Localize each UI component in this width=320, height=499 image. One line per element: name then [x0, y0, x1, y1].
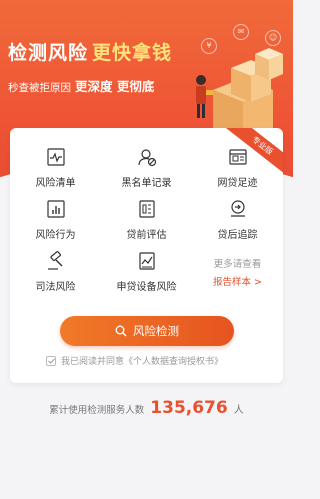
service-card: 专业版 风险清单 黑名单记录 网贷足迹 风险行为 贷前评估 贷后追踪 司法风险 …	[10, 128, 283, 383]
report-sample-link[interactable]: 报告样本 >	[192, 274, 283, 288]
more-report-sample-link[interactable]: 更多请查看 报告样本 >	[192, 256, 283, 288]
check-icon	[47, 357, 55, 364]
service-risk-list[interactable]: 风险清单	[10, 146, 101, 189]
service-pre-loan-assessment[interactable]: 贷前评估	[101, 198, 192, 241]
refresh-arrow-icon	[230, 200, 245, 217]
hero-title: 检测风险 更快拿钱	[8, 38, 172, 65]
service-label: 风险行为	[35, 230, 76, 241]
service-device-risk[interactable]: 申贷设备风险	[101, 250, 192, 293]
risk-detect-button[interactable]: 风险检测	[60, 316, 234, 346]
device-chart-icon	[138, 252, 155, 270]
service-label: 网贷足迹	[217, 178, 258, 189]
hero-subtitle: 秒查被拒原因 更深度 更彻底	[8, 76, 154, 95]
stats-unit: 人	[233, 405, 244, 416]
agreement-row: 我已阅读并同意《个人数据查询授权书》	[46, 354, 223, 367]
stats-count: 135,676	[150, 398, 228, 418]
heart-monitor-icon	[46, 148, 65, 166]
service-label: 申贷设备风险	[116, 282, 177, 293]
service-judicial-risk[interactable]: 司法风险	[10, 250, 101, 293]
decorative-bubble-icon: ¥	[201, 38, 217, 54]
document-icon	[138, 200, 155, 218]
search-icon	[115, 325, 127, 337]
more-hint: 更多请查看	[213, 259, 262, 270]
service-blacklist[interactable]: 黑名单记录	[101, 146, 192, 189]
service-post-loan-tracking[interactable]: 贷后追踪	[192, 198, 283, 241]
agreement-checkbox[interactable]	[46, 355, 56, 366]
bar-chart-icon	[46, 200, 65, 218]
service-label: 风险清单	[35, 178, 76, 189]
user-block-icon	[137, 149, 156, 167]
hero-subtitle-big: 更深度 更彻底	[75, 79, 155, 94]
agreement-text[interactable]: 我已阅读并同意《个人数据查询授权书》	[61, 354, 223, 367]
service-loan-footprint[interactable]: 网贷足迹	[192, 146, 283, 189]
service-risk-behavior[interactable]: 风险行为	[10, 198, 101, 241]
service-label: 司法风险	[35, 282, 76, 293]
hero-title-main: 检测风险	[8, 42, 89, 64]
decorative-bubble-icon: ✉	[233, 24, 249, 40]
stats-prefix: 累计使用检测服务人数	[49, 405, 145, 416]
decorative-bubble-icon: ☺	[265, 30, 281, 46]
hero-title-highlight: 更快拿钱	[92, 42, 173, 64]
gavel-icon	[47, 251, 62, 270]
window-icon	[228, 149, 247, 165]
risk-detect-button-label: 风险检测	[133, 324, 179, 338]
service-label: 贷后追踪	[217, 230, 258, 241]
usage-stats: 累计使用检测服务人数 135,676 人	[0, 398, 293, 418]
service-label: 黑名单记录	[121, 178, 172, 189]
hero-subtitle-small: 秒查被拒原因	[8, 82, 71, 94]
service-label: 贷前评估	[126, 230, 167, 241]
